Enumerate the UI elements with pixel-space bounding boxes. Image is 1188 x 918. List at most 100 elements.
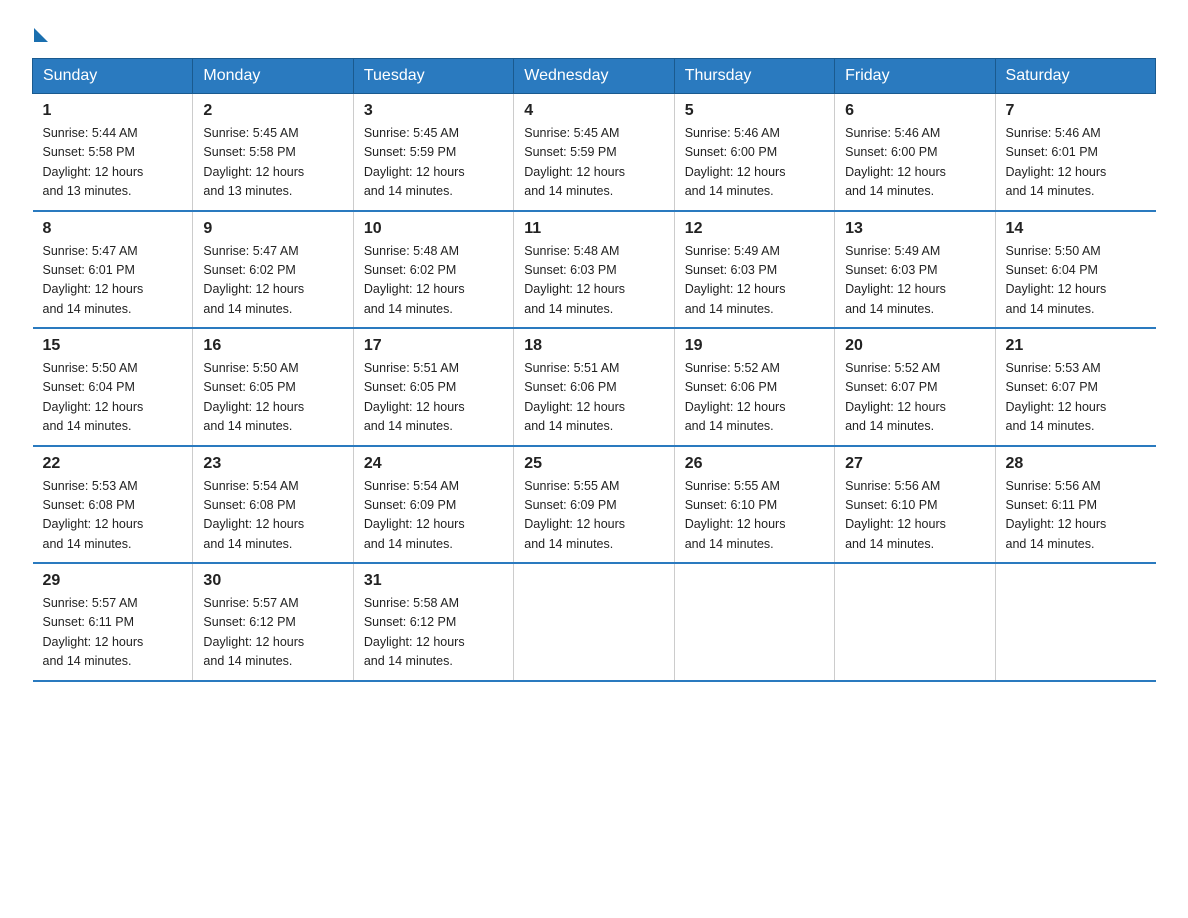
day-number: 3 (364, 102, 503, 120)
day-info: Sunrise: 5:52 AMSunset: 6:06 PMDaylight:… (685, 361, 786, 433)
calendar-cell: 29 Sunrise: 5:57 AMSunset: 6:11 PMDaylig… (33, 563, 193, 681)
column-header-monday: Monday (193, 59, 353, 94)
page-header (32, 24, 1156, 38)
day-info: Sunrise: 5:57 AMSunset: 6:12 PMDaylight:… (203, 596, 304, 668)
day-info: Sunrise: 5:56 AMSunset: 6:10 PMDaylight:… (845, 479, 946, 551)
day-info: Sunrise: 5:53 AMSunset: 6:07 PMDaylight:… (1006, 361, 1107, 433)
day-number: 21 (1006, 337, 1146, 355)
calendar-week-row: 1 Sunrise: 5:44 AMSunset: 5:58 PMDayligh… (33, 94, 1156, 211)
day-number: 7 (1006, 102, 1146, 120)
day-number: 17 (364, 337, 503, 355)
calendar-cell: 22 Sunrise: 5:53 AMSunset: 6:08 PMDaylig… (33, 446, 193, 564)
column-header-wednesday: Wednesday (514, 59, 674, 94)
day-number: 30 (203, 572, 342, 590)
day-number: 13 (845, 220, 984, 238)
day-info: Sunrise: 5:46 AMSunset: 6:00 PMDaylight:… (845, 126, 946, 198)
calendar-cell: 24 Sunrise: 5:54 AMSunset: 6:09 PMDaylig… (353, 446, 513, 564)
calendar-cell: 16 Sunrise: 5:50 AMSunset: 6:05 PMDaylig… (193, 328, 353, 446)
day-info: Sunrise: 5:49 AMSunset: 6:03 PMDaylight:… (845, 244, 946, 316)
calendar-cell: 13 Sunrise: 5:49 AMSunset: 6:03 PMDaylig… (835, 211, 995, 329)
calendar-cell: 15 Sunrise: 5:50 AMSunset: 6:04 PMDaylig… (33, 328, 193, 446)
calendar-cell (835, 563, 995, 681)
day-number: 22 (43, 455, 183, 473)
day-number: 26 (685, 455, 824, 473)
day-number: 16 (203, 337, 342, 355)
calendar-cell: 26 Sunrise: 5:55 AMSunset: 6:10 PMDaylig… (674, 446, 834, 564)
calendar-cell: 30 Sunrise: 5:57 AMSunset: 6:12 PMDaylig… (193, 563, 353, 681)
day-number: 19 (685, 337, 824, 355)
day-number: 12 (685, 220, 824, 238)
calendar-cell: 25 Sunrise: 5:55 AMSunset: 6:09 PMDaylig… (514, 446, 674, 564)
calendar-cell: 14 Sunrise: 5:50 AMSunset: 6:04 PMDaylig… (995, 211, 1155, 329)
calendar-cell: 10 Sunrise: 5:48 AMSunset: 6:02 PMDaylig… (353, 211, 513, 329)
day-info: Sunrise: 5:45 AMSunset: 5:59 PMDaylight:… (364, 126, 465, 198)
column-header-tuesday: Tuesday (353, 59, 513, 94)
day-info: Sunrise: 5:51 AMSunset: 6:05 PMDaylight:… (364, 361, 465, 433)
day-number: 29 (43, 572, 183, 590)
day-info: Sunrise: 5:44 AMSunset: 5:58 PMDaylight:… (43, 126, 144, 198)
day-number: 23 (203, 455, 342, 473)
column-header-thursday: Thursday (674, 59, 834, 94)
day-info: Sunrise: 5:50 AMSunset: 6:04 PMDaylight:… (43, 361, 144, 433)
calendar-cell (514, 563, 674, 681)
day-number: 11 (524, 220, 663, 238)
day-info: Sunrise: 5:55 AMSunset: 6:10 PMDaylight:… (685, 479, 786, 551)
calendar-cell: 28 Sunrise: 5:56 AMSunset: 6:11 PMDaylig… (995, 446, 1155, 564)
day-number: 8 (43, 220, 183, 238)
day-info: Sunrise: 5:47 AMSunset: 6:02 PMDaylight:… (203, 244, 304, 316)
calendar-week-row: 22 Sunrise: 5:53 AMSunset: 6:08 PMDaylig… (33, 446, 1156, 564)
day-number: 20 (845, 337, 984, 355)
calendar-cell: 2 Sunrise: 5:45 AMSunset: 5:58 PMDayligh… (193, 94, 353, 211)
day-number: 4 (524, 102, 663, 120)
day-number: 15 (43, 337, 183, 355)
day-info: Sunrise: 5:46 AMSunset: 6:00 PMDaylight:… (685, 126, 786, 198)
calendar-table: SundayMondayTuesdayWednesdayThursdayFrid… (32, 58, 1156, 682)
calendar-cell: 19 Sunrise: 5:52 AMSunset: 6:06 PMDaylig… (674, 328, 834, 446)
calendar-cell: 1 Sunrise: 5:44 AMSunset: 5:58 PMDayligh… (33, 94, 193, 211)
calendar-cell: 17 Sunrise: 5:51 AMSunset: 6:05 PMDaylig… (353, 328, 513, 446)
calendar-cell (674, 563, 834, 681)
calendar-cell: 11 Sunrise: 5:48 AMSunset: 6:03 PMDaylig… (514, 211, 674, 329)
day-number: 28 (1006, 455, 1146, 473)
calendar-cell: 6 Sunrise: 5:46 AMSunset: 6:00 PMDayligh… (835, 94, 995, 211)
day-number: 10 (364, 220, 503, 238)
calendar-cell: 8 Sunrise: 5:47 AMSunset: 6:01 PMDayligh… (33, 211, 193, 329)
day-info: Sunrise: 5:54 AMSunset: 6:08 PMDaylight:… (203, 479, 304, 551)
day-info: Sunrise: 5:47 AMSunset: 6:01 PMDaylight:… (43, 244, 144, 316)
calendar-cell: 20 Sunrise: 5:52 AMSunset: 6:07 PMDaylig… (835, 328, 995, 446)
calendar-week-row: 8 Sunrise: 5:47 AMSunset: 6:01 PMDayligh… (33, 211, 1156, 329)
calendar-week-row: 29 Sunrise: 5:57 AMSunset: 6:11 PMDaylig… (33, 563, 1156, 681)
day-number: 31 (364, 572, 503, 590)
day-number: 27 (845, 455, 984, 473)
calendar-week-row: 15 Sunrise: 5:50 AMSunset: 6:04 PMDaylig… (33, 328, 1156, 446)
calendar-cell: 12 Sunrise: 5:49 AMSunset: 6:03 PMDaylig… (674, 211, 834, 329)
day-number: 1 (43, 102, 183, 120)
calendar-cell: 23 Sunrise: 5:54 AMSunset: 6:08 PMDaylig… (193, 446, 353, 564)
day-number: 2 (203, 102, 342, 120)
calendar-cell: 5 Sunrise: 5:46 AMSunset: 6:00 PMDayligh… (674, 94, 834, 211)
calendar-cell: 4 Sunrise: 5:45 AMSunset: 5:59 PMDayligh… (514, 94, 674, 211)
day-number: 24 (364, 455, 503, 473)
calendar-cell: 3 Sunrise: 5:45 AMSunset: 5:59 PMDayligh… (353, 94, 513, 211)
calendar-header-row: SundayMondayTuesdayWednesdayThursdayFrid… (33, 59, 1156, 94)
column-header-sunday: Sunday (33, 59, 193, 94)
day-info: Sunrise: 5:58 AMSunset: 6:12 PMDaylight:… (364, 596, 465, 668)
calendar-cell: 9 Sunrise: 5:47 AMSunset: 6:02 PMDayligh… (193, 211, 353, 329)
day-info: Sunrise: 5:45 AMSunset: 5:59 PMDaylight:… (524, 126, 625, 198)
day-number: 5 (685, 102, 824, 120)
day-number: 6 (845, 102, 984, 120)
calendar-cell: 18 Sunrise: 5:51 AMSunset: 6:06 PMDaylig… (514, 328, 674, 446)
calendar-cell: 7 Sunrise: 5:46 AMSunset: 6:01 PMDayligh… (995, 94, 1155, 211)
day-number: 9 (203, 220, 342, 238)
logo-arrow-icon (34, 28, 48, 42)
day-info: Sunrise: 5:57 AMSunset: 6:11 PMDaylight:… (43, 596, 144, 668)
column-header-friday: Friday (835, 59, 995, 94)
day-info: Sunrise: 5:45 AMSunset: 5:58 PMDaylight:… (203, 126, 304, 198)
day-info: Sunrise: 5:50 AMSunset: 6:05 PMDaylight:… (203, 361, 304, 433)
calendar-cell: 27 Sunrise: 5:56 AMSunset: 6:10 PMDaylig… (835, 446, 995, 564)
column-header-saturday: Saturday (995, 59, 1155, 94)
calendar-cell: 21 Sunrise: 5:53 AMSunset: 6:07 PMDaylig… (995, 328, 1155, 446)
day-info: Sunrise: 5:54 AMSunset: 6:09 PMDaylight:… (364, 479, 465, 551)
day-info: Sunrise: 5:48 AMSunset: 6:03 PMDaylight:… (524, 244, 625, 316)
calendar-cell: 31 Sunrise: 5:58 AMSunset: 6:12 PMDaylig… (353, 563, 513, 681)
